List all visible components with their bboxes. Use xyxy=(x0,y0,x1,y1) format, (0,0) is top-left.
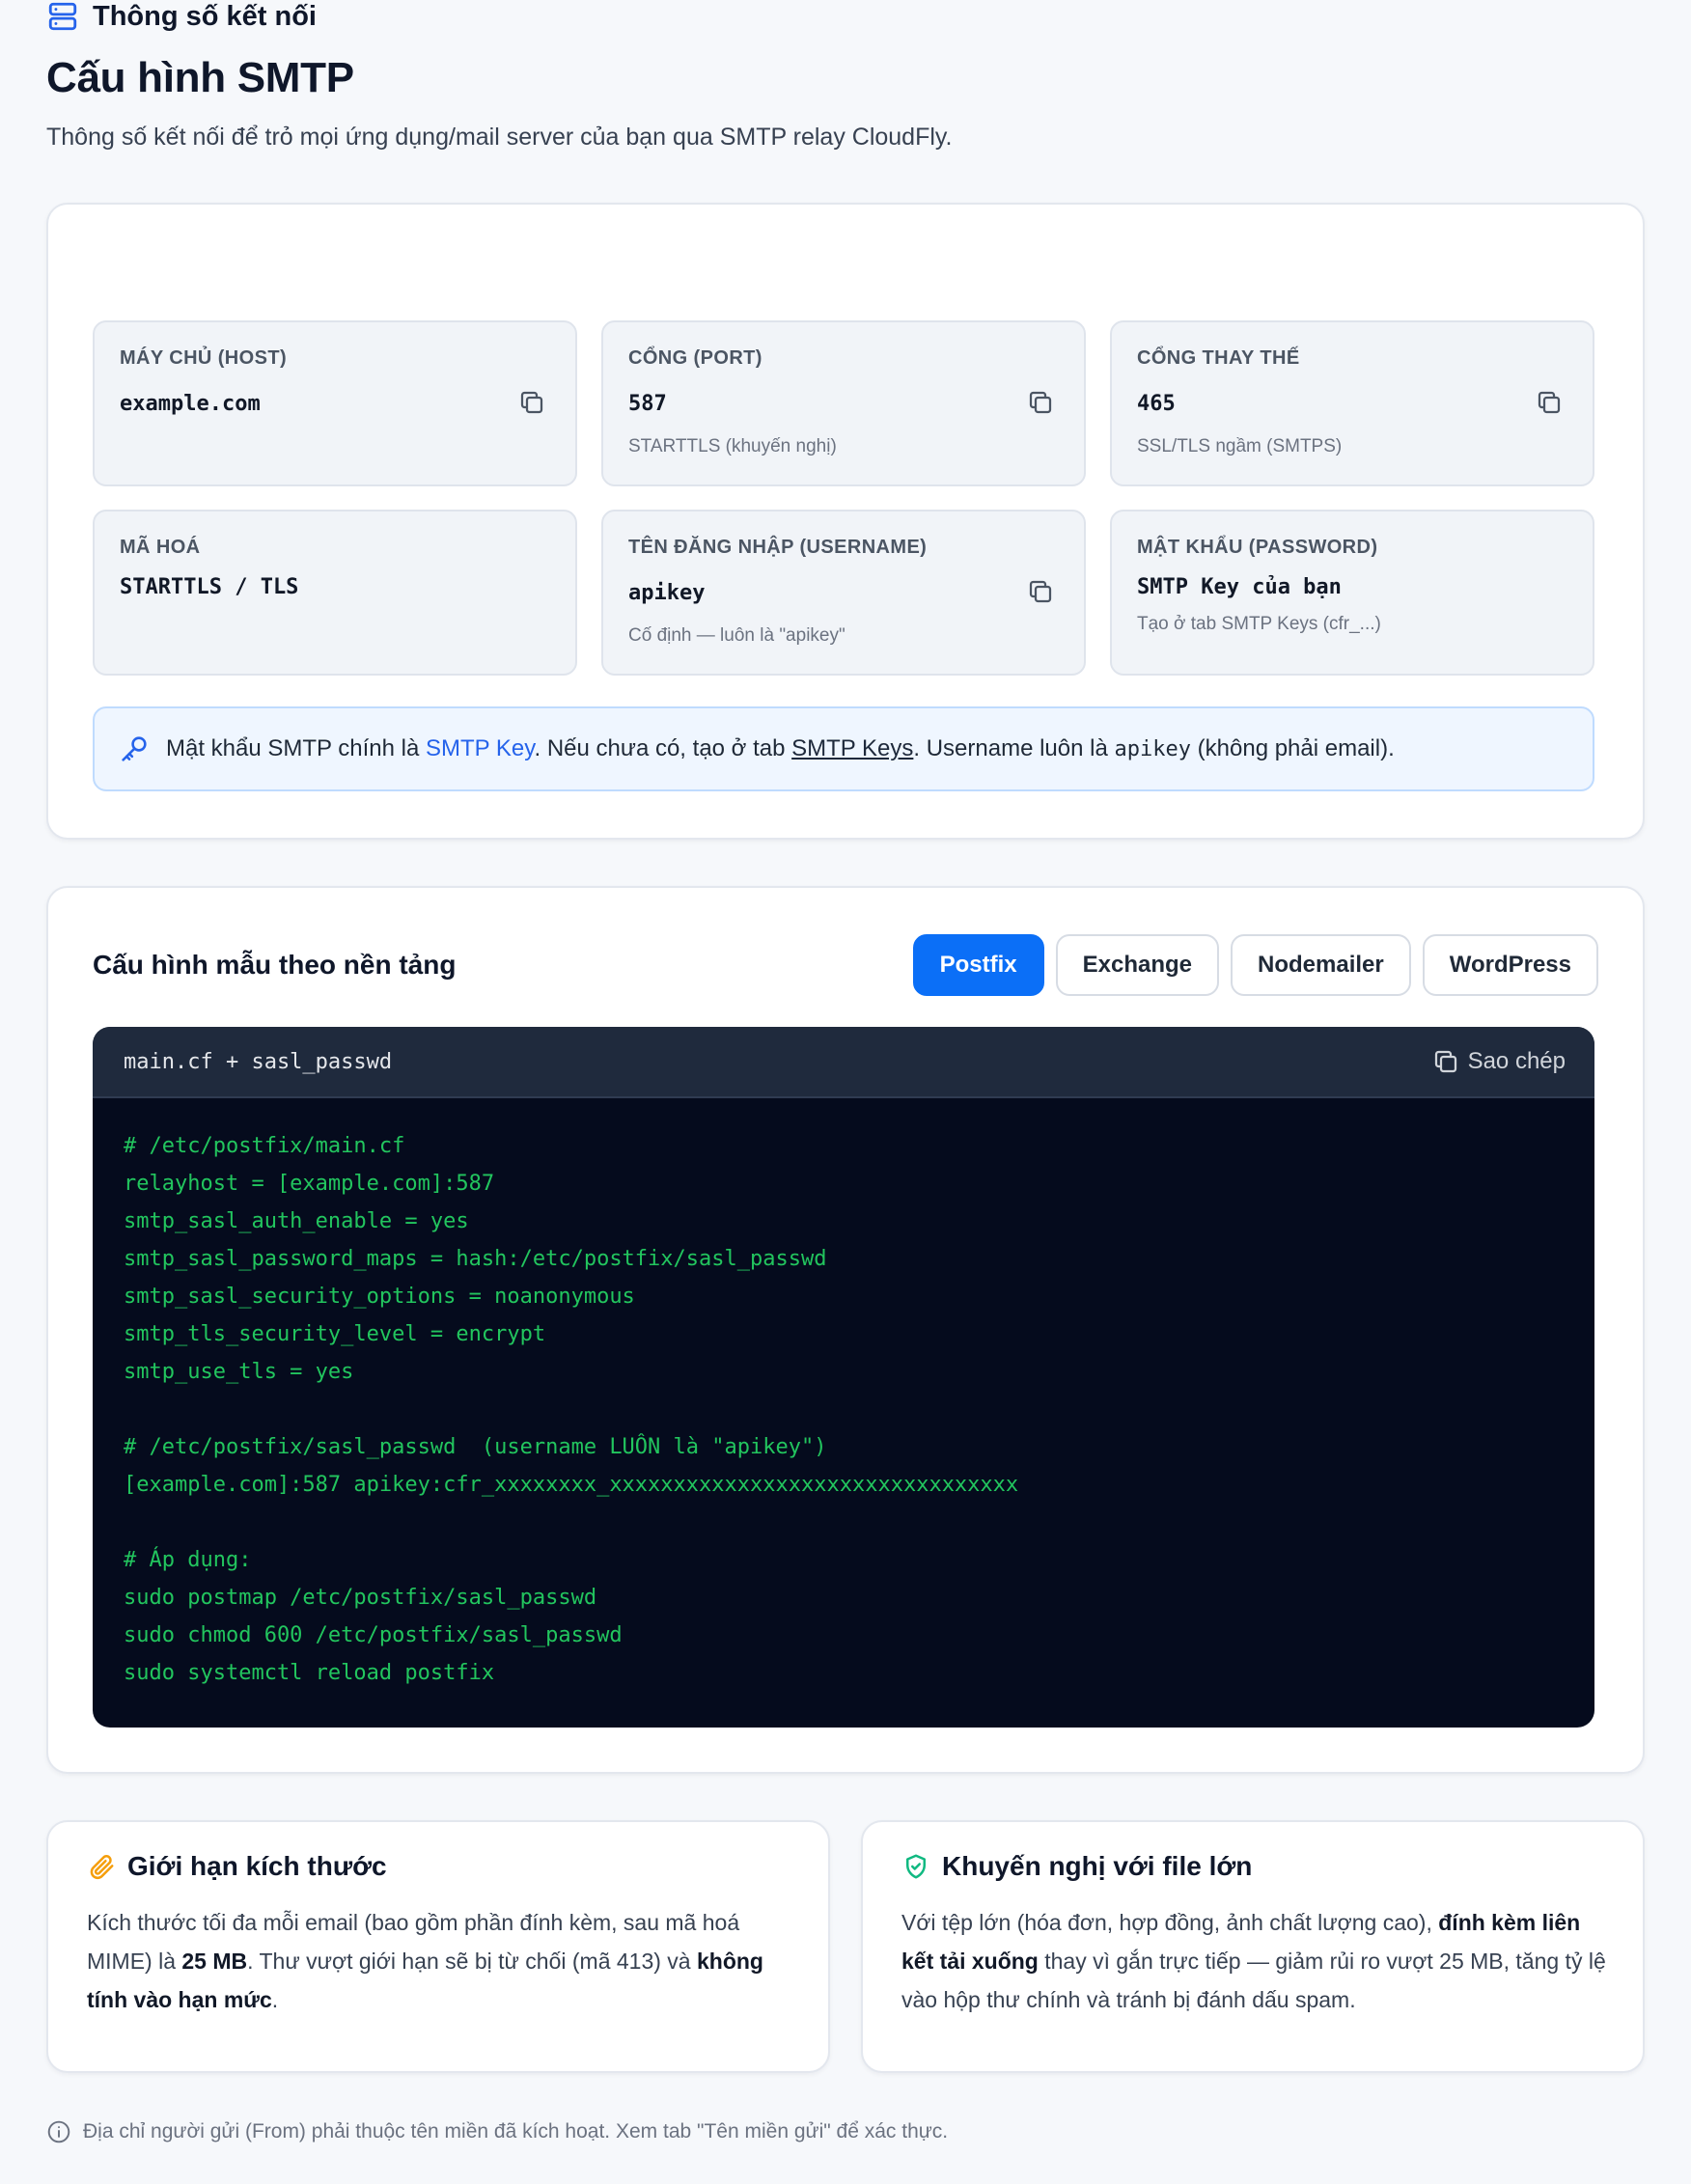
tile-note: Cố định — luôn là "apikey" xyxy=(628,625,846,646)
username-code: apikey xyxy=(1114,737,1191,761)
server-icon xyxy=(48,2,77,31)
large-file-heading-text: Khuyến nghị với file lớn xyxy=(942,1851,1253,1881)
footnote-text: Địa chỉ người gửi (From) phải thuộc tên … xyxy=(83,2120,949,2143)
tile-value: example.com xyxy=(120,392,261,416)
tile-value: STARTTLS / TLS xyxy=(120,575,299,599)
code-block: main.cf + sasl_passwd Sao chép # /etc/po… xyxy=(93,1027,1594,1728)
smtp-key-alert: Mật khẩu SMTP chính là SMTP Key. Nếu chư… xyxy=(93,706,1594,791)
connection-heading-text: Thông số kết nối xyxy=(93,0,317,32)
paperclip-icon xyxy=(90,1855,114,1880)
page-subtitle: Thông số kết nối để trỏ mọi ứng dụng/mai… xyxy=(46,124,953,151)
tab-nodemailer[interactable]: Nodemailer xyxy=(1231,934,1411,996)
copy-icon[interactable] xyxy=(1535,388,1564,417)
tile-username: TÊN ĐĂNG NHẬP (USERNAME) apikey Cố định … xyxy=(601,510,1086,676)
tile-host: MÁY CHỦ (HOST) example.com xyxy=(93,320,577,486)
sample-config-heading: Cấu hình mẫu theo nền tảng xyxy=(93,950,457,980)
tile-label: TÊN ĐĂNG NHẬP (USERNAME) xyxy=(628,537,928,558)
info-icon xyxy=(47,2120,70,2143)
tab-postfix[interactable]: Postfix xyxy=(912,934,1044,996)
tile-label: MÁY CHỦ (HOST) xyxy=(120,347,288,369)
copy-code-label: Sao chép xyxy=(1467,1048,1566,1074)
size-limit-heading: Giới hạn kích thước xyxy=(87,1851,387,1882)
size-limit-heading-text: Giới hạn kích thước xyxy=(127,1851,387,1881)
tile-label: CỔNG (PORT) xyxy=(628,347,762,369)
key-icon xyxy=(122,736,147,761)
tile-port: CỔNG (PORT) 587 STARTTLS (khuyến nghị) xyxy=(601,320,1086,486)
platform-tabs: Postfix Exchange Nodemailer WordPress xyxy=(912,934,1598,996)
copy-icon xyxy=(1434,1050,1456,1073)
tile-label: CỔNG THAY THẾ xyxy=(1137,347,1300,369)
copy-code-button[interactable]: Sao chép xyxy=(1431,1047,1566,1076)
connection-heading: Thông số kết nối xyxy=(46,0,317,33)
smtp-keys-tab-link[interactable]: SMTP Keys xyxy=(791,735,913,761)
code-header: main.cf + sasl_passwd Sao chép xyxy=(93,1027,1594,1098)
tile-note: Tạo ở tab SMTP Keys (cfr_...) xyxy=(1137,614,1381,634)
alert-text: Mật khẩu SMTP chính là SMTP Key. Nếu chư… xyxy=(166,735,1395,761)
tile-encryption: MÃ HOÁ STARTTLS / TLS xyxy=(93,510,577,676)
tile-note: SSL/TLS ngầm (SMTPS) xyxy=(1137,436,1343,456)
tile-note: STARTTLS (khuyến nghị) xyxy=(628,436,837,456)
copy-icon[interactable] xyxy=(517,388,546,417)
size-limit-text: Kích thước tối đa mỗi email (bao gồm phầ… xyxy=(87,1910,763,2012)
tile-label: MÃ HOÁ xyxy=(120,537,201,558)
tile-value: apikey xyxy=(628,581,706,605)
code-content: # /etc/postfix/main.cf relayhost = [exam… xyxy=(124,1134,1019,1685)
page-title: Cấu hình SMTP xyxy=(46,54,354,101)
large-file-heading: Khuyến nghị với file lớn xyxy=(901,1851,1252,1882)
copy-icon[interactable] xyxy=(1026,388,1055,417)
large-file-text: Với tệp lớn (hóa đơn, hợp đồng, ảnh chất… xyxy=(901,1910,1606,2012)
tile-password: MẬT KHẨU (PASSWORD) SMTP Key của bạn Tạo… xyxy=(1110,510,1594,676)
sender-domain-note: Địa chỉ người gửi (From) phải thuộc tên … xyxy=(46,2119,948,2144)
tile-value: SMTP Key của bạn xyxy=(1137,575,1342,599)
tile-value: 587 xyxy=(628,392,667,416)
tab-exchange[interactable]: Exchange xyxy=(1055,934,1219,996)
tile-alt-port: CỔNG THAY THẾ 465 SSL/TLS ngầm (SMTPS) xyxy=(1110,320,1594,486)
code-file-name: main.cf + sasl_passwd xyxy=(124,1049,393,1074)
tile-value: 465 xyxy=(1137,392,1176,416)
tab-wordpress[interactable]: WordPress xyxy=(1422,934,1598,996)
shield-check-icon xyxy=(906,1854,926,1879)
large-file-card: Khuyến nghị với file lớn Với tệp lớn (hó… xyxy=(861,1820,1645,2073)
tile-label: MẬT KHẨU (PASSWORD) xyxy=(1137,537,1378,558)
size-limit-card: Giới hạn kích thước Kích thước tối đa mỗ… xyxy=(46,1820,830,2073)
smtp-key-link[interactable]: SMTP Key xyxy=(426,735,534,761)
copy-icon[interactable] xyxy=(1026,577,1055,606)
